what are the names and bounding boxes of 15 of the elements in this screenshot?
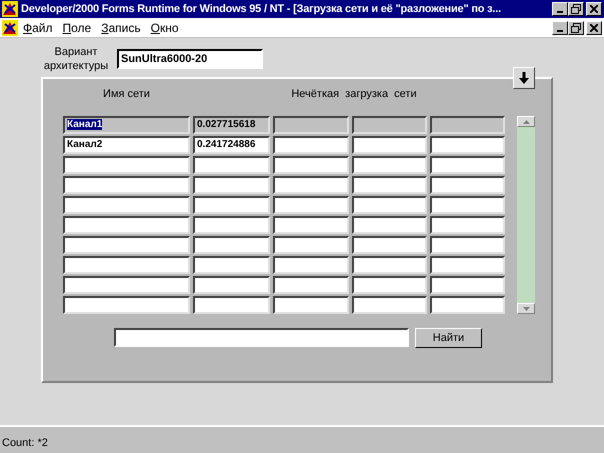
menu-item[interactable]: Поле xyxy=(58,20,96,34)
table-cell[interactable]: 0.027715618 xyxy=(193,116,270,134)
column-header: Имя сети xyxy=(102,87,151,100)
menu-item[interactable]: Файл xyxy=(18,20,58,34)
table-cell[interactable]: Канал1 xyxy=(63,116,190,134)
table-cell[interactable]: Канал2 xyxy=(63,136,190,154)
menu-item[interactable]: Запись xyxy=(96,20,146,34)
find-button[interactable]: Найти xyxy=(415,328,482,348)
column-header: Нечёткая загрузка сети xyxy=(290,87,418,100)
architecture-field[interactable]: SunUltra6000-20 xyxy=(117,49,263,69)
table-cell[interactable]: 0.241724886 xyxy=(193,136,270,154)
menu-item[interactable]: Окно xyxy=(146,20,184,34)
status-text: Count: *2 xyxy=(2,437,48,449)
window-title: Developer/2000 Forms Runtime for Windows 95 / NT - [Загрузка сети и её "разложение" по з... xyxy=(21,3,502,15)
field-label: Вариант архитектуры xyxy=(42,45,110,73)
